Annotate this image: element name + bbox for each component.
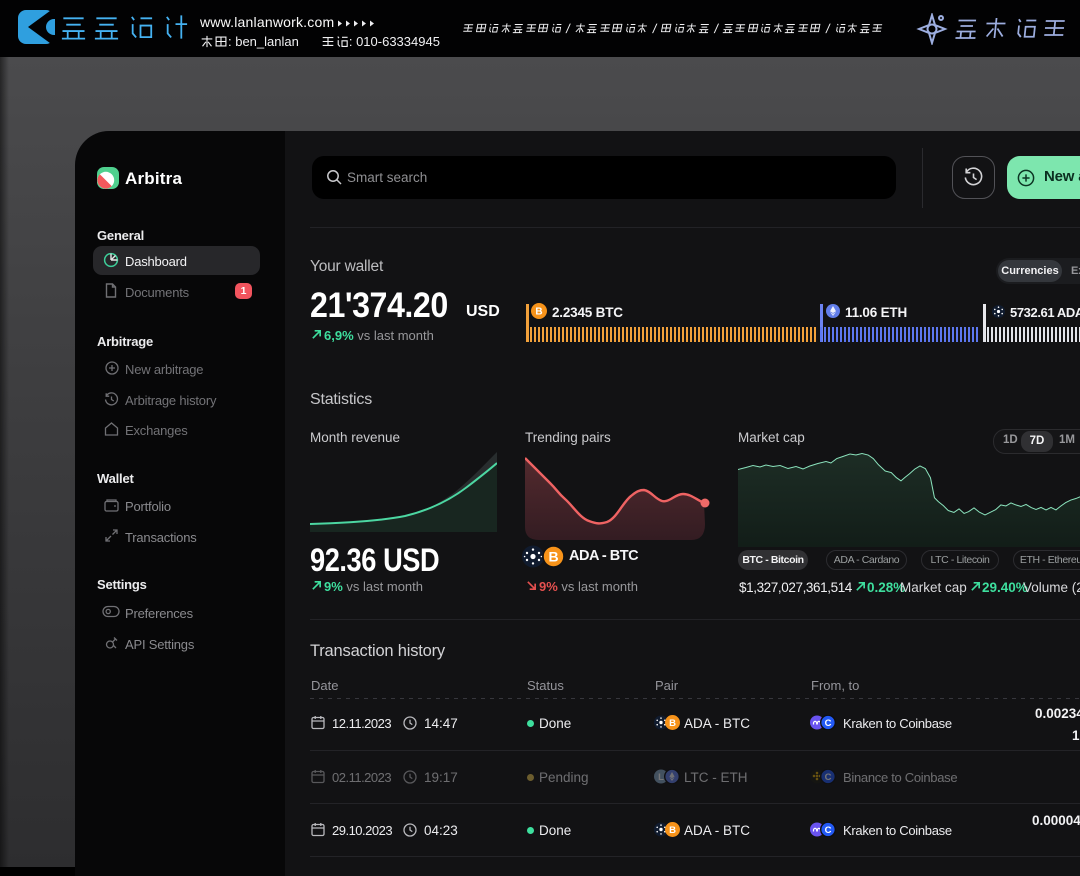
svg-text:C: C bbox=[825, 772, 832, 783]
svg-text:C: C bbox=[825, 825, 832, 836]
svg-text:B: B bbox=[669, 825, 676, 836]
svg-text:L: L bbox=[658, 772, 664, 783]
